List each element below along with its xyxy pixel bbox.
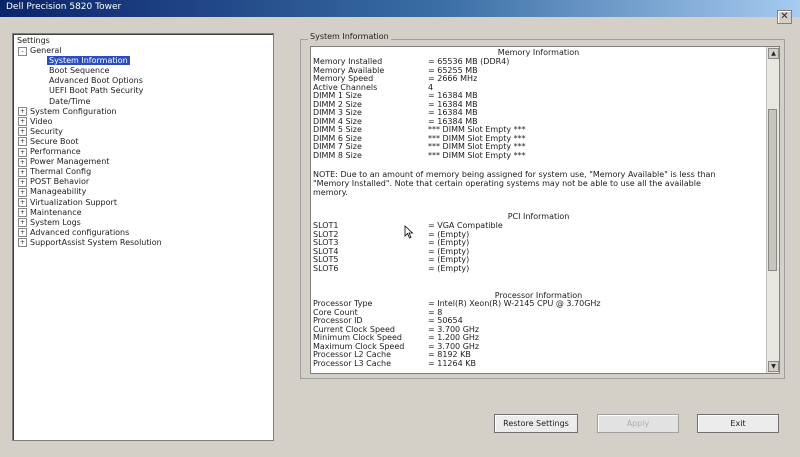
- tree-item-advanced-configurations[interactable]: + Advanced configurations: [18, 228, 129, 238]
- expand-icon[interactable]: +: [18, 177, 27, 187]
- tree-item-performance[interactable]: + Performance: [18, 147, 81, 157]
- mouse-pointer-icon: [404, 225, 414, 239]
- tree-item-system-information[interactable]: System Information: [47, 56, 130, 66]
- tree-item-power-management[interactable]: + Power Management: [18, 157, 109, 167]
- tree-item-label: General: [30, 46, 62, 55]
- scroll-thumb[interactable]: [768, 109, 777, 271]
- memory-information-heading: Memory Information: [497, 48, 580, 57]
- tree-item-label: Video: [30, 116, 53, 126]
- expand-icon[interactable]: +: [18, 107, 27, 117]
- expand-icon[interactable]: +: [18, 157, 27, 167]
- expand-icon[interactable]: +: [18, 137, 27, 147]
- tree-item-label: Performance: [30, 147, 81, 156]
- tree-item-label: SupportAssist System Resolution: [30, 237, 162, 247]
- info-value: = 2666 MHz: [428, 74, 478, 83]
- settings-tree: Settings - General System Information Boot …: [12, 33, 274, 441]
- expand-icon[interactable]: +: [18, 147, 27, 157]
- info-key: SLOT6: [313, 264, 339, 273]
- tree-item-label: POST Behavior: [30, 177, 90, 187]
- info-value: *** DIMM Slot Empty ***: [428, 150, 526, 160]
- memory-note: NOTE: Due to an amount of memory being a…: [313, 170, 716, 197]
- tree-item-label: Boot Sequence: [49, 66, 110, 76]
- info-key: DIMM 8 Size: [313, 150, 362, 160]
- tree-item-label: Maintenance: [30, 207, 82, 217]
- tree-item-secure-boot[interactable]: + Secure Boot: [18, 137, 78, 147]
- expand-icon[interactable]: +: [18, 187, 27, 197]
- tree-item-label: Secure Boot: [30, 136, 79, 146]
- tree-item-uefi-boot-path-security[interactable]: UEFI Boot Path Security: [49, 86, 143, 96]
- pci-information-heading: PCI Information: [507, 212, 570, 221]
- tree-item-label: UEFI Boot Path Security: [49, 86, 144, 96]
- expand-icon[interactable]: +: [18, 238, 27, 248]
- tree-item-system-logs[interactable]: + System Logs: [18, 218, 81, 228]
- tree-item-label: Manageability: [30, 187, 87, 197]
- tree-item-label: Thermal Config: [30, 167, 92, 177]
- scroll-up-icon[interactable]: ▲: [768, 48, 779, 59]
- expand-icon[interactable]: +: [18, 127, 27, 137]
- tree-item-label: Date/Time: [49, 96, 91, 106]
- expand-icon[interactable]: +: [18, 198, 27, 207]
- tree-item-label: System Information: [47, 56, 130, 66]
- tree-item-video[interactable]: + Video: [18, 117, 52, 127]
- tree-item-general[interactable]: - General: [18, 46, 62, 56]
- tree-item-supportassist-system-resolution[interactable]: + SupportAssist System Resolution: [18, 238, 162, 248]
- tree-item-label: Advanced Boot Options: [49, 76, 143, 86]
- tree-item-label: Advanced configurations: [30, 227, 130, 237]
- system-information-legend: System Information: [308, 32, 391, 41]
- tree-item-label: System Configuration: [30, 106, 117, 116]
- tree-item-manageability[interactable]: + Manageability: [18, 187, 86, 197]
- scroll-down-icon[interactable]: ▼: [768, 361, 779, 372]
- tree-item-label: Security: [30, 126, 63, 136]
- tree-item-label: Power Management: [30, 157, 110, 167]
- expand-icon[interactable]: +: [18, 228, 27, 238]
- tree-item-system-configuration[interactable]: + System Configuration: [18, 107, 117, 117]
- tree-item-maintenance[interactable]: + Maintenance: [18, 208, 82, 218]
- tree-item-thermal-config[interactable]: + Thermal Config: [18, 167, 91, 177]
- tree-root-label: Settings: [17, 36, 50, 45]
- tree-item-security[interactable]: + Security: [18, 127, 63, 137]
- tree-item-label: System Logs: [30, 217, 81, 227]
- tree-item-date-time[interactable]: Date/Time: [49, 97, 90, 107]
- tree-item-virtualization-support[interactable]: + Virtualization Support: [18, 198, 117, 208]
- apply-button[interactable]: Apply: [597, 414, 679, 433]
- tree-item-post-behavior[interactable]: + POST Behavior: [18, 177, 89, 187]
- tree-item-advanced-boot-options[interactable]: Advanced Boot Options: [49, 76, 143, 86]
- system-information-panel[interactable]: Memory Information Memory Installed = 6553…: [310, 46, 780, 374]
- tree-item-boot-sequence[interactable]: Boot Sequence: [49, 66, 109, 76]
- close-icon[interactable]: ✕: [777, 10, 792, 24]
- scrollbar[interactable]: ▲ ▼: [766, 47, 779, 373]
- title-bar: Dell Precision 5820 Tower: [0, 0, 800, 17]
- tree-item-label: Virtualization Support: [30, 197, 117, 207]
- info-key: Processor L3 Cache: [313, 358, 392, 368]
- collapse-icon[interactable]: -: [18, 46, 27, 56]
- info-value: = Intel(R) Xeon(R) W-2145 CPU @ 3.70GHz: [428, 299, 601, 308]
- info-value: = (Empty): [428, 264, 470, 273]
- info-value: = 11264 KB: [428, 358, 476, 368]
- restore-settings-button[interactable]: Restore Settings: [494, 414, 578, 433]
- window-title: Dell Precision 5820 Tower: [6, 2, 122, 12]
- expand-icon[interactable]: +: [18, 117, 27, 127]
- exit-button[interactable]: Exit: [697, 414, 779, 433]
- expand-icon[interactable]: +: [18, 208, 27, 218]
- expand-icon[interactable]: +: [18, 167, 27, 177]
- expand-icon[interactable]: +: [18, 218, 27, 228]
